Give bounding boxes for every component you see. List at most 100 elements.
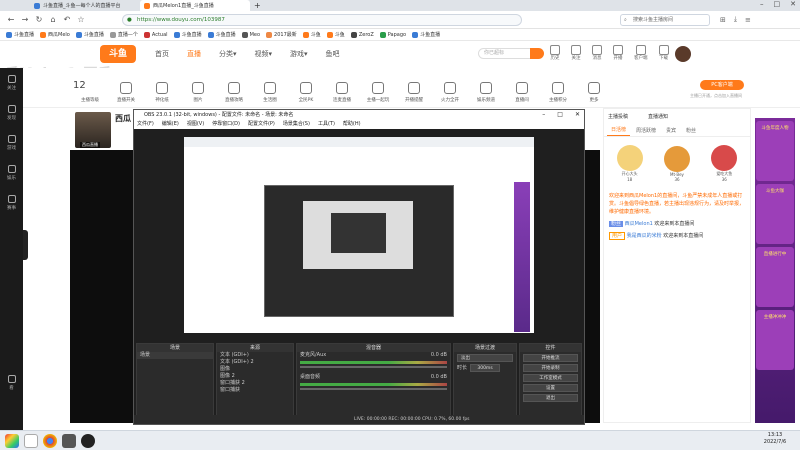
tab-fans[interactable]: 粉丝 [682, 125, 700, 136]
undo-icon[interactable]: ↶ [62, 15, 72, 25]
tab-weekly-rank[interactable]: 周活跃榜 [632, 125, 660, 136]
tab-vip[interactable]: 贵宾 [662, 125, 680, 136]
menu-help[interactable]: 帮助(H) [343, 120, 361, 129]
volume-slider[interactable] [300, 388, 447, 390]
category-item[interactable]: 全民PK [289, 82, 323, 103]
menu-tools[interactable]: 工具(T) [318, 120, 335, 129]
ad-banner[interactable]: 直播进行中 [756, 247, 794, 307]
follow-icon[interactable]: 关注 [571, 45, 581, 61]
chrome-icon[interactable] [43, 433, 57, 448]
category-item[interactable]: 神化纸 [145, 82, 179, 103]
category-item[interactable]: 生活圈 [253, 82, 287, 103]
message-icon[interactable]: 消息 [592, 45, 602, 61]
source-item[interactable]: 窗口捕获 2 [217, 380, 293, 387]
maximize-icon[interactable]: □ [557, 111, 563, 118]
bookmark-item[interactable]: 斗鱼直播 [412, 31, 440, 38]
sidebar-item-discover[interactable]: 发现 [0, 98, 23, 128]
bookmark-item[interactable]: Actual [143, 31, 168, 38]
category-item[interactable]: 开播提醒 [397, 82, 431, 103]
category-item[interactable]: 直播攻略 [217, 82, 251, 103]
sidebar-item-match[interactable]: 赛事 [0, 188, 23, 218]
studio-mode-button[interactable]: 工作室模式 [523, 374, 578, 382]
ad-banner[interactable]: 斗鱼大咖 [756, 184, 794, 244]
category-item[interactable]: 直播间 [505, 82, 539, 103]
menu-profile[interactable]: 配置文件(P) [248, 120, 275, 129]
nav-live[interactable]: 直播 [187, 49, 201, 59]
source-item[interactable]: 文本 (GDI+) 2 [217, 359, 293, 366]
scene-item[interactable]: 场景 [137, 352, 213, 359]
bookmark-item[interactable]: 斗鱼直播 [75, 31, 104, 38]
close-icon[interactable]: ✕ [790, 0, 796, 8]
contribute-link[interactable]: 主播投稿 [608, 113, 628, 120]
minimize-icon[interactable]: – [542, 111, 545, 118]
bookmark-item[interactable]: Meo [241, 31, 260, 38]
category-item[interactable]: 主播一起玩 [361, 82, 395, 103]
rank-item[interactable]: Mt·Bey 36 [657, 145, 697, 182]
nav-home[interactable]: 首页 [155, 49, 169, 59]
duration-input[interactable]: 300ms [470, 364, 501, 372]
bookmark-item[interactable]: 斗鱼 [302, 31, 321, 38]
bookmark-item[interactable]: 2017最新 [266, 31, 297, 38]
new-tab-button[interactable]: + [250, 0, 265, 11]
download-icon[interactable]: ⤓ [734, 15, 737, 24]
source-item[interactable]: 图像 2 [217, 373, 293, 380]
rank-item[interactable]: 爱吃大鱼 36 [704, 145, 744, 182]
menu-file[interactable]: 文件(F) [137, 120, 154, 129]
category-item[interactable]: 连麦直播 [325, 82, 359, 103]
browser-tab-2[interactable]: 西瓜Melon1直播_斗鱼直播 [140, 0, 250, 11]
minimize-icon[interactable]: – [760, 0, 764, 8]
menu-dock[interactable]: 停靠窗口(D) [212, 120, 240, 129]
start-icon[interactable] [5, 433, 19, 448]
forward-icon[interactable]: → [20, 15, 30, 25]
bookmark-item[interactable]: ZeroZ [350, 31, 374, 38]
browser-tab-1[interactable]: 斗鱼直播_斗鱼—每个人的直播平台 [30, 0, 140, 11]
ad-banner[interactable]: 主播冲冲冲 [756, 310, 794, 370]
site-search-input[interactable]: 你已超标 [478, 48, 538, 59]
nav-category[interactable]: 分类▾ [219, 49, 237, 59]
app-icon[interactable] [62, 433, 76, 448]
nav-video[interactable]: 视频▾ [255, 49, 273, 59]
menu-icon[interactable]: ≡ [745, 16, 751, 24]
search-icon[interactable] [24, 433, 38, 448]
back-icon[interactable]: ← [6, 15, 16, 25]
home-icon[interactable]: ⌂ [48, 15, 58, 25]
extensions-icon[interactable]: ⊞ [720, 16, 726, 24]
sidebar-item-game[interactable]: 游戏 [0, 128, 23, 158]
maximize-icon[interactable]: □ [774, 0, 781, 8]
download-icon[interactable]: 下载 [658, 45, 669, 61]
category-item[interactable]: 直播开关 [109, 82, 143, 103]
broadcast-icon[interactable]: 开播 [613, 45, 623, 61]
menu-edit[interactable]: 编辑(E) [162, 120, 179, 129]
menu-view[interactable]: 视图(V) [187, 120, 204, 129]
start-recording-button[interactable]: 开始录制 [523, 364, 578, 372]
source-item[interactable]: 窗口捕获 [217, 387, 293, 394]
bookmark-item[interactable]: 斗鱼直播 [173, 31, 202, 38]
pc-client-button[interactable]: PC客户端 [700, 80, 744, 90]
system-clock[interactable]: 13:13 2022/7/6 [755, 432, 795, 446]
history-icon[interactable]: 历史 [550, 45, 560, 61]
source-item[interactable]: 文本 (GDI+) [217, 352, 293, 359]
douyu-logo[interactable]: 斗鱼 [100, 45, 136, 63]
source-item[interactable]: 图像 [217, 366, 293, 373]
rank-item[interactable]: 开心大头 18 [610, 145, 650, 182]
menu-scene-collection[interactable]: 场景集合(S) [283, 120, 310, 129]
refresh-icon[interactable]: ↻ [34, 15, 44, 25]
category-item[interactable]: 图片 [181, 82, 215, 103]
user-avatar[interactable] [675, 46, 691, 62]
obs-preview[interactable] [184, 137, 534, 333]
transition-select[interactable]: 淡出 [457, 354, 513, 362]
category-item[interactable]: 主播等级 [73, 82, 107, 103]
category-item[interactable]: 火力全开 [433, 82, 467, 103]
star-icon[interactable]: ☆ [76, 15, 86, 25]
tab-daily-rank[interactable]: 日活榜 [607, 124, 631, 136]
bookmark-item[interactable]: 斗鱼 [326, 31, 345, 38]
ad-banner[interactable]: 斗鱼年度人物 [756, 121, 794, 181]
volume-slider[interactable] [300, 366, 447, 368]
bookmark-item[interactable]: 斗鱼直播 [6, 31, 34, 38]
obs-icon[interactable] [81, 433, 95, 448]
sidebar-item-more[interactable]: 看 [0, 368, 23, 398]
client-icon[interactable]: 客户端 [634, 45, 648, 61]
bookmark-item[interactable]: Papago [379, 31, 406, 38]
settings-button[interactable]: 设置 [523, 384, 578, 392]
bookmark-item[interactable]: 直播—个 [109, 31, 138, 38]
